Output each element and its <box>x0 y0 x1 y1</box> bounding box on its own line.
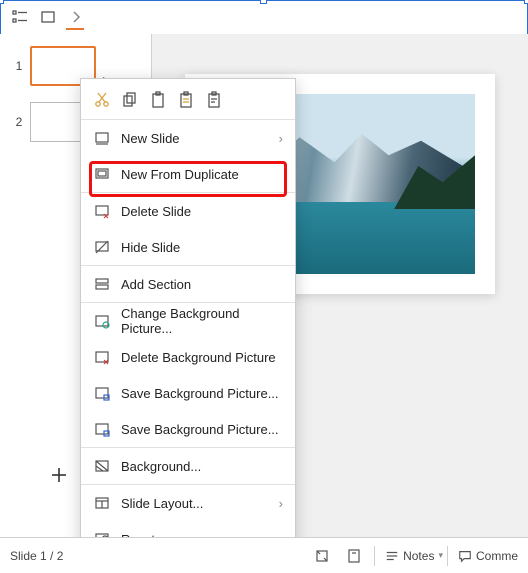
paste-only-icon[interactable] <box>203 89 225 111</box>
menu-label: New Slide <box>121 131 269 146</box>
text-tool-icon[interactable] <box>344 546 364 566</box>
outline-view-icon[interactable] <box>10 7 30 27</box>
delete-slide-icon <box>93 202 111 220</box>
menu-new-slide[interactable]: New Slide › <box>81 120 295 156</box>
change-bg-icon <box>93 312 111 330</box>
dropdown-icon: ▾ <box>438 550 443 561</box>
menu-label: Hide Slide <box>121 240 283 255</box>
menu-delete-bg-picture[interactable]: Delete Background Picture <box>81 339 295 375</box>
notes-label: Notes <box>403 549 434 563</box>
menu-label: Save Background Picture... <box>121 422 283 437</box>
menu-label: Delete Slide <box>121 204 283 219</box>
paste-special-icon[interactable] <box>175 89 197 111</box>
menu-label: Delete Background Picture <box>121 350 283 365</box>
comments-button[interactable]: Comme <box>458 549 518 563</box>
context-menu: New Slide › New From Duplicate Delete Sl… <box>80 78 296 558</box>
duplicate-icon <box>93 165 111 183</box>
notes-button[interactable]: Notes ▾ <box>385 549 443 563</box>
menu-label: Change Background Picture... <box>121 306 283 336</box>
background-icon <box>93 457 111 475</box>
menu-add-section[interactable]: Add Section <box>81 266 295 302</box>
menu-new-from-duplicate[interactable]: New From Duplicate <box>81 156 295 192</box>
chevron-right-icon[interactable] <box>66 7 86 27</box>
add-slide-button[interactable] <box>50 466 68 487</box>
cut-icon[interactable] <box>91 89 113 111</box>
menu-label: Background... <box>121 459 283 474</box>
slide-counter: Slide 1 / 2 <box>10 549 63 563</box>
new-slide-icon <box>93 129 111 147</box>
add-section-icon <box>93 275 111 293</box>
menu-label: Save Background Picture... <box>121 386 283 401</box>
delete-bg-icon <box>93 348 111 366</box>
slide-view-icon[interactable] <box>38 7 58 27</box>
menu-save-bg-picture-2[interactable]: Save Background Picture... <box>81 411 295 447</box>
layout-icon <box>93 494 111 512</box>
menu-label: Add Section <box>121 277 283 292</box>
hide-slide-icon <box>93 238 111 256</box>
menu-label: New From Duplicate <box>121 167 283 182</box>
save-bg-icon <box>93 384 111 402</box>
paste-icon[interactable] <box>147 89 169 111</box>
menu-hide-slide[interactable]: Hide Slide <box>81 229 295 265</box>
comments-label: Comme <box>476 549 518 563</box>
menu-delete-slide[interactable]: Delete Slide <box>81 193 295 229</box>
chevron-right-icon: › <box>279 131 283 146</box>
copy-icon[interactable] <box>119 89 141 111</box>
menu-save-bg-picture-1[interactable]: Save Background Picture... <box>81 375 295 411</box>
status-bar: Slide 1 / 2 Notes ▾ Comme <box>0 537 528 573</box>
save-bg-icon <box>93 420 111 438</box>
menu-change-bg-picture[interactable]: Change Background Picture... <box>81 303 295 339</box>
slide-number: 1 <box>8 59 30 73</box>
fit-page-icon[interactable] <box>312 546 332 566</box>
chevron-right-icon: › <box>279 496 283 511</box>
view-toolbar <box>0 0 528 34</box>
menu-label: Slide Layout... <box>121 496 269 511</box>
menu-slide-layout[interactable]: Slide Layout... › <box>81 485 295 521</box>
slide-number: 2 <box>8 115 30 129</box>
menu-background[interactable]: Background... <box>81 448 295 484</box>
